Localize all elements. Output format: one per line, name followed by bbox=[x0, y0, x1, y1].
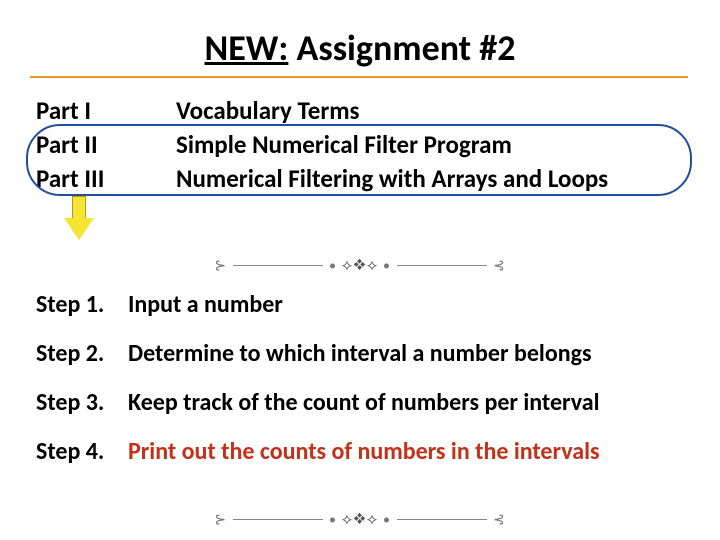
step-label: Step 3. bbox=[36, 388, 128, 417]
part-label: Part I bbox=[36, 94, 176, 128]
steps-list: Step 1. Input a number Step 2. Determine… bbox=[36, 290, 686, 486]
ornament-divider: ⊱• ⟡❖⟡ •⊰ bbox=[0, 256, 720, 275]
step-text: Input a number bbox=[128, 290, 686, 319]
step-text: Keep track of the count of numbers per i… bbox=[128, 388, 686, 417]
step-label: Step 2. bbox=[36, 339, 128, 368]
slide: NEW: Assignment #2 Part I Vocabulary Ter… bbox=[0, 0, 720, 540]
step-label: Step 1. bbox=[36, 290, 128, 319]
ornament-divider: ⊱• ⟡❖⟡ •⊰ bbox=[0, 510, 720, 529]
part-label: Part III bbox=[36, 162, 176, 196]
step-label: Step 4. bbox=[36, 437, 128, 466]
step-text: Print out the counts of numbers in the i… bbox=[128, 437, 686, 466]
title-underline bbox=[30, 76, 688, 78]
title-rest: Assignment #2 bbox=[288, 26, 515, 70]
step-text: Determine to which interval a number bel… bbox=[128, 339, 686, 368]
parts-row: Part III Numerical Filtering with Arrays… bbox=[36, 162, 686, 196]
slide-title: NEW: Assignment #2 bbox=[0, 26, 720, 70]
part-desc: Vocabulary Terms bbox=[176, 94, 686, 128]
step-row: Step 2. Determine to which interval a nu… bbox=[36, 339, 686, 368]
down-arrow-icon bbox=[64, 196, 94, 242]
step-row: Step 4. Print out the counts of numbers … bbox=[36, 437, 686, 466]
part-desc: Simple Numerical Filter Program bbox=[176, 128, 686, 162]
step-row: Step 1. Input a number bbox=[36, 290, 686, 319]
title-new: NEW: bbox=[205, 26, 289, 70]
parts-list: Part I Vocabulary Terms Part II Simple N… bbox=[36, 94, 686, 195]
parts-row: Part II Simple Numerical Filter Program bbox=[36, 128, 686, 162]
parts-row: Part I Vocabulary Terms bbox=[36, 94, 686, 128]
part-desc: Numerical Filtering with Arrays and Loop… bbox=[176, 162, 686, 196]
part-label: Part II bbox=[36, 128, 176, 162]
step-row: Step 3. Keep track of the count of numbe… bbox=[36, 388, 686, 417]
